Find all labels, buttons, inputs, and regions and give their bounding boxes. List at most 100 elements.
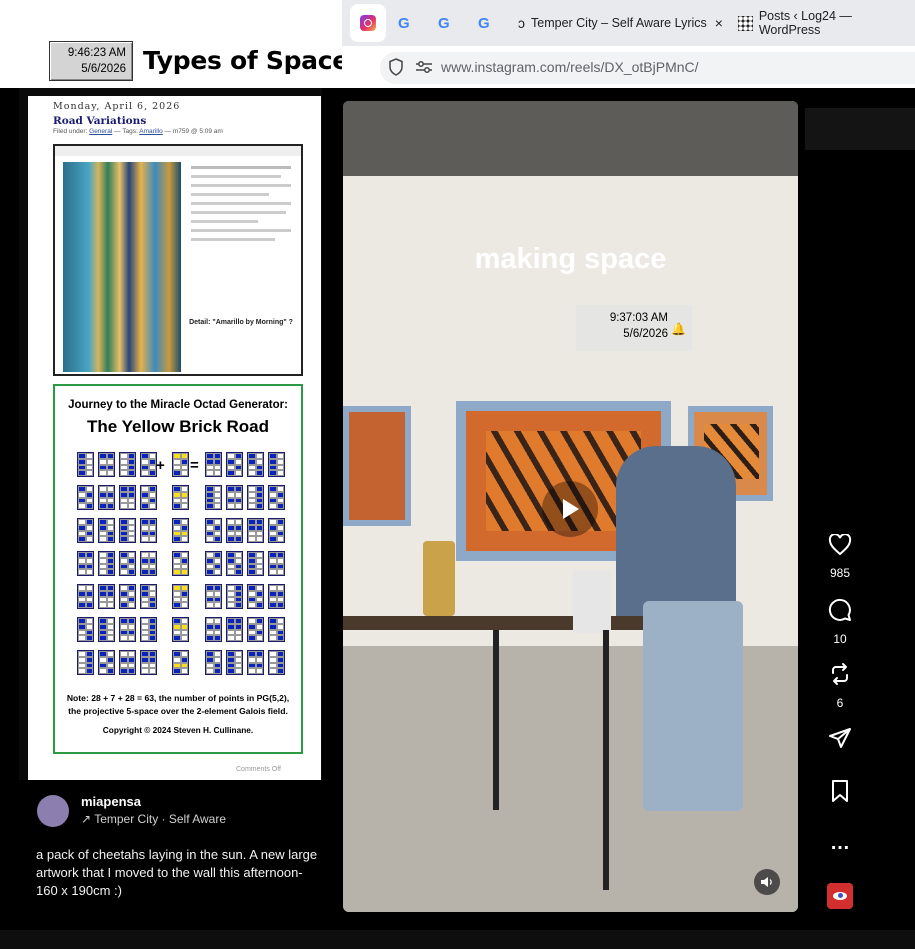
snooze-icon[interactable]: 🔔 (671, 321, 686, 337)
tune-icon[interactable] (415, 60, 433, 74)
octad-cell (140, 518, 157, 543)
octad-cell (205, 452, 222, 477)
octad-cell (98, 584, 115, 609)
repost-icon (820, 662, 860, 692)
octad-cell (205, 584, 222, 609)
blog-post-title[interactable]: Road Variations (53, 115, 146, 127)
tab-google-3[interactable]: G (478, 4, 500, 42)
octad-cell (247, 518, 264, 543)
tab-google-2[interactable]: G (438, 4, 460, 42)
octad-cell (205, 551, 222, 576)
reel-video[interactable]: making space 9:37:03 AM 5/6/2026 🔔 (343, 101, 798, 912)
share-button[interactable] (820, 726, 860, 756)
octad-cell (140, 452, 157, 477)
octad-cell (226, 485, 243, 510)
octad-cell (77, 584, 94, 609)
person-legs (643, 601, 743, 811)
octad-cell (172, 485, 189, 510)
octad-cell (268, 518, 285, 543)
clock-widget: 9:46:23 AM 5/6/2026 (49, 41, 133, 81)
card-note: Note: 28 + 7 + 28 = 63, the number of po… (66, 693, 290, 716)
equals-sign: = (190, 457, 199, 474)
more-options-button[interactable]: … (820, 830, 860, 856)
embedded-caption: Detail: "Amarillo by Morning" ? (189, 319, 293, 326)
heart-icon (820, 533, 860, 562)
tab-temper-city[interactable]: ↄ Temper City – Self Aware Lyrics × (518, 4, 723, 42)
octad-cell (268, 584, 285, 609)
octad-cell (247, 485, 264, 510)
card-title: The Yellow Brick Road (86, 417, 270, 436)
tab-wordpress[interactable]: Posts ‹ Log24 — WordPress (738, 4, 915, 42)
octad-cell (172, 551, 189, 576)
tag-link[interactable]: Amarillo (139, 128, 162, 135)
bookmark-icon (820, 779, 860, 809)
like-count: 985 (829, 566, 851, 580)
octad-cell (172, 452, 189, 477)
octad-cell (77, 452, 94, 477)
octad-cell (119, 551, 136, 576)
octad-cell (77, 518, 94, 543)
octad-cell (98, 617, 115, 642)
octad-cell (247, 452, 264, 477)
genius-icon: ↄ (518, 15, 525, 31)
reel-clock-overlay: 9:37:03 AM 5/6/2026 🔔 (576, 305, 692, 351)
mute-button[interactable] (754, 869, 780, 895)
audio-link[interactable]: ↗ Temper City · Self Aware (81, 812, 226, 826)
embedded-browser-bar (55, 146, 301, 156)
table-leg (493, 630, 499, 810)
audio-thumbnail[interactable] (827, 883, 853, 909)
octad-cell (226, 452, 243, 477)
octad-cell (226, 617, 243, 642)
octad-cell (205, 650, 222, 675)
embedded-comments (185, 162, 297, 362)
octad-cell (268, 650, 285, 675)
instagram-icon (360, 15, 376, 31)
comment-icon (820, 598, 860, 628)
octad-cell (119, 617, 136, 642)
repost-count: 6 (836, 696, 844, 710)
table-leg (603, 630, 609, 890)
octad-cell (77, 617, 94, 642)
save-button[interactable] (820, 779, 860, 809)
octad-cell (98, 551, 115, 576)
close-icon[interactable]: × (715, 15, 723, 31)
play-icon (563, 499, 579, 519)
octad-cell (77, 551, 94, 576)
card-copyright: Copyright © 2024 Steven H. Cullinane. (102, 725, 254, 735)
octad-cell (205, 518, 222, 543)
octad-cell (140, 584, 157, 609)
username[interactable]: miapensa (81, 794, 141, 809)
octad-cell (247, 584, 264, 609)
repost-button[interactable]: 6 (820, 662, 860, 710)
octad-cell (268, 452, 285, 477)
octad-cell (172, 650, 189, 675)
category-link[interactable]: General (89, 128, 112, 135)
octad-cell (77, 485, 94, 510)
octad-cell (98, 650, 115, 675)
url-text[interactable]: www.instagram.com/reels/DX_otBjPMnC/ (441, 59, 699, 75)
tiger-artwork-left (343, 406, 411, 526)
person-figure (616, 446, 736, 626)
octad-cell (226, 518, 243, 543)
blog-date: Monday, April 6, 2026 (53, 101, 181, 112)
send-icon (820, 726, 860, 756)
like-button[interactable]: 985 (820, 533, 860, 580)
bottom-strip (0, 930, 915, 949)
comment-count: 10 (833, 632, 847, 646)
avatar[interactable] (37, 795, 69, 827)
octad-cell (247, 617, 264, 642)
octad-cell (77, 650, 94, 675)
tab-google-1[interactable]: G (398, 4, 420, 42)
octad-cell (119, 452, 136, 477)
tab-instagram[interactable] (350, 4, 386, 42)
comment-button[interactable]: 10 (820, 598, 860, 646)
octad-cell (205, 617, 222, 642)
reel-caption: making space (474, 243, 667, 275)
embedded-instagram-screenshot: Detail: "Amarillo by Morning" ? (53, 144, 303, 376)
shield-icon[interactable] (388, 58, 404, 76)
tab-label: Temper City – Self Aware Lyrics (531, 16, 707, 30)
page-strip (805, 108, 915, 150)
wordpress-icon (738, 15, 753, 31)
paint-jar (423, 541, 455, 616)
play-button[interactable] (542, 481, 598, 537)
